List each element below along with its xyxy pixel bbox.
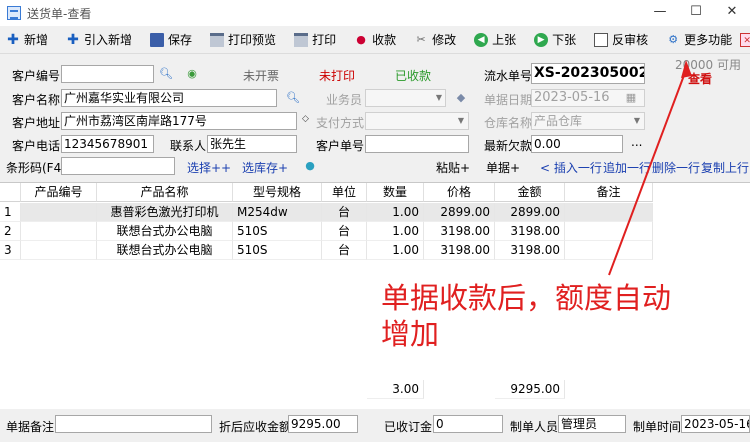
make-time-input[interactable]: 2023-05-16 1 <box>681 415 750 433</box>
maker-label: 制单人员 <box>510 420 559 434</box>
discounted-label: 折后应收金额 <box>219 420 292 434</box>
footer: 单据备注 折后应收金额 9295.00 已收订金 0 制单人员 管理员 制单时间… <box>0 410 750 442</box>
discounted-input[interactable]: 9295.00 <box>288 415 358 433</box>
received-input[interactable]: 0 <box>433 415 503 433</box>
annotation-line-2: 增加 <box>381 317 440 351</box>
window: 送货单-查看 — ☐ ✕ ✚ 新增 ✚ 引入新增 保存 打印预览 打印 ● 收款 ✂ 修… <box>0 0 750 442</box>
annotation-line-1: 单据收款后，额度自动 <box>381 281 672 315</box>
remark-input[interactable] <box>55 415 212 433</box>
annotation-arrow <box>608 60 692 276</box>
received-label: 已收订金 <box>384 420 433 434</box>
remark-label: 单据备注 <box>6 420 55 434</box>
maker-input[interactable]: 管理员 <box>558 415 626 433</box>
annotation-text: 单据收款后，额度自动 增加 <box>381 280 671 352</box>
make-time-label: 制单时间 <box>633 420 682 434</box>
